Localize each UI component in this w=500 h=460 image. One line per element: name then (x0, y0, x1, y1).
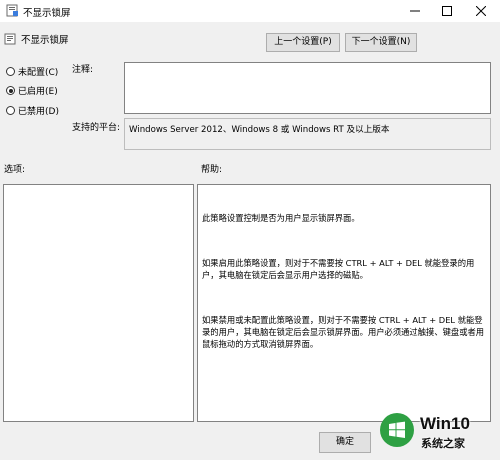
policy-icon (6, 4, 19, 17)
win10-logo-watermark (380, 413, 414, 447)
options-label: 选项: (4, 165, 26, 175)
maximize-icon (442, 6, 452, 16)
title-bar: 不显示锁屏 (0, 0, 500, 22)
prev-setting-button[interactable]: 上一个设置(P) (266, 33, 340, 52)
radio-not-configured[interactable]: 未配置(C) (6, 65, 58, 79)
close-button[interactable] (464, 0, 498, 22)
help-paragraph: 此策略设置控制是否为用户显示锁屏界面。 (202, 213, 360, 223)
minimize-icon (410, 10, 420, 12)
help-pane[interactable]: 此策略设置控制是否为用户显示锁屏界面。 如果启用此策略设置，则对于不需要按 CT… (197, 184, 491, 422)
radio-enabled[interactable]: 已启用(E) (6, 84, 58, 98)
supported-box: Windows Server 2012、Windows 8 或 Windows … (124, 118, 491, 150)
minimize-button[interactable] (398, 0, 432, 22)
comment-label: 注释: (72, 65, 94, 75)
watermark-site: 系统之家 (421, 437, 465, 450)
radio-disabled[interactable]: 已禁用(D) (6, 104, 59, 118)
help-paragraph: 如果启用此策略设置，则对于不需要按 CTRL + ALT + DEL 就能登录的… (202, 258, 475, 280)
help-text: 此策略设置控制是否为用户显示锁屏界面。 如果启用此策略设置，则对于不需要按 CT… (202, 188, 486, 383)
supported-label: 支持的平台: (72, 123, 121, 133)
watermark-brand: Win10 (420, 414, 470, 433)
help-paragraph: 如果禁用或未配置此策略设置，则对于不需要按 CTRL + ALT + DEL 就… (202, 315, 485, 349)
setting-title: 不显示锁屏 (21, 35, 69, 46)
comment-textarea[interactable] (124, 62, 491, 114)
window-title: 不显示锁屏 (23, 8, 71, 19)
help-label: 帮助: (201, 165, 223, 175)
radio-icon (6, 106, 15, 115)
options-pane[interactable] (3, 184, 194, 422)
setting-icon (4, 33, 16, 45)
radio-selected-icon (6, 86, 15, 95)
maximize-button[interactable] (430, 0, 464, 22)
policy-dialog: { "window": { "title": "不显示锁屏" }, "heade… (0, 0, 500, 460)
next-setting-button[interactable]: 下一个设置(N) (345, 33, 417, 52)
supported-value: Windows Server 2012、Windows 8 或 Windows … (129, 125, 390, 135)
ok-button[interactable]: 确定 (319, 432, 371, 453)
radio-icon (6, 67, 15, 76)
close-icon (476, 6, 486, 16)
